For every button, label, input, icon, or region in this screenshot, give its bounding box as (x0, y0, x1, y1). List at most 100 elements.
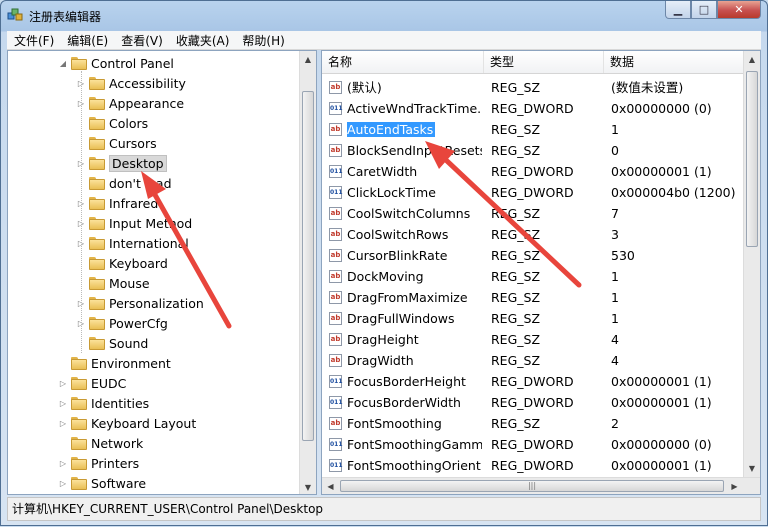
tree-item[interactable]: ▷ Appearance (76, 93, 184, 113)
tree-item[interactable]: ▷ Keyboard Layout (58, 413, 196, 433)
value-row[interactable]: 011 FocusBorderWidth REG_DWORD 0x00000001 (… (322, 392, 744, 413)
scroll-left-arrow-icon[interactable]: ◀ (322, 478, 339, 494)
title-bar[interactable]: 注册表编辑器 ▁ □ ✕ (1, 1, 767, 31)
tree-expand-icon[interactable]: ▷ (58, 399, 68, 408)
value-data: 0x00000000 (0) (611, 101, 712, 116)
status-bar: 计算机\HKEY_CURRENT_USER\Control Panel\Desk… (7, 497, 761, 521)
values-horizontal-scrollbar[interactable]: ◀ ||| ▶ (322, 477, 760, 494)
value-row[interactable]: ab CoolSwitchColumns REG_SZ 7 (322, 203, 744, 224)
value-row[interactable]: 011 FontSmoothingGamma REG_DWORD 0x00000000… (322, 434, 744, 455)
column-type-header[interactable]: 类型 (484, 51, 604, 73)
value-row[interactable]: ab DragHeight REG_SZ 4 (322, 329, 744, 350)
tree-item-label: Desktop (109, 154, 167, 172)
key-tree-pane[interactable]: ◢ Control Panel ▷ Accessibility ▷ Appearance C… (7, 50, 317, 495)
tree-item[interactable]: ▷ Input Method (76, 213, 192, 233)
tree-expand-icon[interactable]: ▷ (58, 459, 68, 468)
menu-edit[interactable]: 编辑(E) (60, 32, 114, 49)
tree-item[interactable]: ▷ Personalization (76, 293, 204, 313)
scroll-down-arrow-icon[interactable]: ▼ (300, 479, 316, 494)
value-row[interactable]: 011 ActiveWndTrackTime... REG_DWORD 0x00000… (322, 98, 744, 119)
value-row[interactable]: ab CoolSwitchRows REG_SZ 3 (322, 224, 744, 245)
values-scroll-thumb[interactable] (746, 71, 758, 247)
value-row[interactable]: 011 ClickLockTime REG_DWORD 0x000004b0 (120… (322, 182, 744, 203)
tree-item[interactable]: ▷ Accessibility (76, 73, 186, 93)
value-row[interactable]: 011 FontSmoothingOrient... REG_DWORD 0x0000… (322, 455, 744, 476)
value-row[interactable]: ab CursorBlinkRate REG_SZ 530 (322, 245, 744, 266)
value-row[interactable]: 011 FocusBorderHeight REG_DWORD 0x00000001 … (322, 371, 744, 392)
values-vertical-scrollbar[interactable]: ▲ ▼ (743, 51, 760, 477)
value-row[interactable]: ab DragFromMaximize REG_SZ 1 (322, 287, 744, 308)
tree-expand-icon[interactable]: ▷ (58, 419, 68, 428)
values-list-pane[interactable]: 名称 类型 数据 ab (默认) REG_SZ (数值未设置) 011 ActiveWnd… (321, 50, 761, 495)
tree-item[interactable]: ▷ Printers (58, 453, 139, 473)
string-value-icon: ab (329, 144, 342, 157)
tree-item[interactable]: ▷ Desktop (76, 153, 167, 173)
value-row[interactable]: ab DragWidth REG_SZ 4 (322, 350, 744, 371)
menu-favorites[interactable]: 收藏夹(A) (169, 32, 236, 49)
tree-item[interactable]: Keyboard (76, 253, 168, 273)
tree-item-label: Sound (109, 335, 149, 351)
tree-item[interactable]: don't load (76, 173, 172, 193)
value-row[interactable]: 011 CaretWidth REG_DWORD 0x00000001 (1) (322, 161, 744, 182)
value-type: REG_SZ (491, 122, 541, 137)
value-type: REG_SZ (491, 416, 541, 431)
tree-item[interactable]: Environment (58, 353, 171, 373)
value-row[interactable]: ab FontSmoothing REG_SZ 2 (322, 413, 744, 434)
scroll-up-arrow-icon[interactable]: ▲ (300, 51, 316, 68)
tree-collapse-icon[interactable]: ◢ (58, 59, 68, 68)
binary-value-icon: 011 (329, 438, 343, 451)
tree-item[interactable]: ▷ EUDC (58, 373, 126, 393)
minimize-button[interactable]: ▁ (665, 1, 691, 19)
tree-item[interactable]: Network (58, 433, 143, 453)
scroll-down-arrow-icon[interactable]: ▼ (744, 460, 760, 477)
maximize-button[interactable]: □ (691, 1, 717, 19)
tree-item-label: Keyboard (109, 255, 168, 271)
tree-item[interactable]: Colors (76, 113, 148, 133)
tree-item[interactable]: ▷ Software (58, 473, 146, 493)
tree-item[interactable]: ◢ Control Panel (58, 53, 174, 73)
folder-icon (89, 176, 105, 190)
value-data: 4 (611, 353, 619, 368)
tree-item[interactable]: ▷ Infrared (76, 193, 158, 213)
string-value-icon: ab (329, 291, 342, 304)
tree-vertical-scrollbar[interactable]: ▲ ▼ (299, 51, 316, 494)
close-button[interactable]: ✕ (717, 1, 761, 19)
tree-item[interactable]: ▷ International (76, 233, 189, 253)
tree-expand-icon[interactable]: ▷ (58, 379, 68, 388)
scroll-up-arrow-icon[interactable]: ▲ (744, 51, 760, 68)
tree-item[interactable]: Mouse (76, 273, 150, 293)
tree-item[interactable]: ▷ PowerCfg (76, 313, 168, 333)
value-data: 1 (611, 122, 619, 137)
menu-view[interactable]: 查看(V) (114, 32, 169, 49)
tree-expand-icon[interactable]: ▷ (58, 479, 68, 488)
folder-icon (89, 316, 105, 330)
value-data: 0x000004b0 (1200) (611, 185, 736, 200)
tree-item[interactable]: Sound (76, 333, 148, 353)
value-row[interactable]: ab BlockSendInputResets REG_SZ 0 (322, 140, 744, 161)
tree-item[interactable]: Cursors (76, 133, 157, 153)
column-data-header[interactable]: 数据 (604, 51, 744, 73)
tree-item-label: Appearance (109, 95, 185, 111)
value-row[interactable]: ab (默认) REG_SZ (数值未设置) (322, 77, 744, 98)
minimize-icon: ▁ (673, 3, 683, 16)
folder-icon (71, 416, 87, 430)
menu-help[interactable]: 帮助(H) (235, 32, 290, 49)
tree-item-label: Colors (109, 115, 149, 131)
scroll-right-arrow-icon[interactable]: ▶ (726, 478, 743, 494)
folder-icon (89, 136, 105, 150)
value-row[interactable]: ab DockMoving REG_SZ 1 (322, 266, 744, 287)
value-row[interactable]: ab AutoEndTasks REG_SZ 1 (322, 119, 744, 140)
column-name-header[interactable]: 名称 (322, 51, 484, 73)
folder-icon (89, 156, 105, 170)
value-name: FocusBorderWidth (347, 395, 461, 410)
value-name: CursorBlinkRate (347, 248, 448, 263)
tree-item[interactable]: ▷ Identities (58, 393, 149, 413)
string-value-icon: ab (329, 123, 342, 136)
tree-item-label: Control Panel (91, 55, 174, 71)
value-row[interactable]: ab DragFullWindows REG_SZ 1 (322, 308, 744, 329)
values-hscroll-thumb[interactable]: ||| (340, 480, 724, 492)
value-name: (默认) (347, 80, 382, 95)
menu-file[interactable]: 文件(F) (7, 32, 60, 49)
tree-scroll-thumb[interactable] (302, 91, 314, 441)
registry-app-icon (7, 8, 23, 21)
